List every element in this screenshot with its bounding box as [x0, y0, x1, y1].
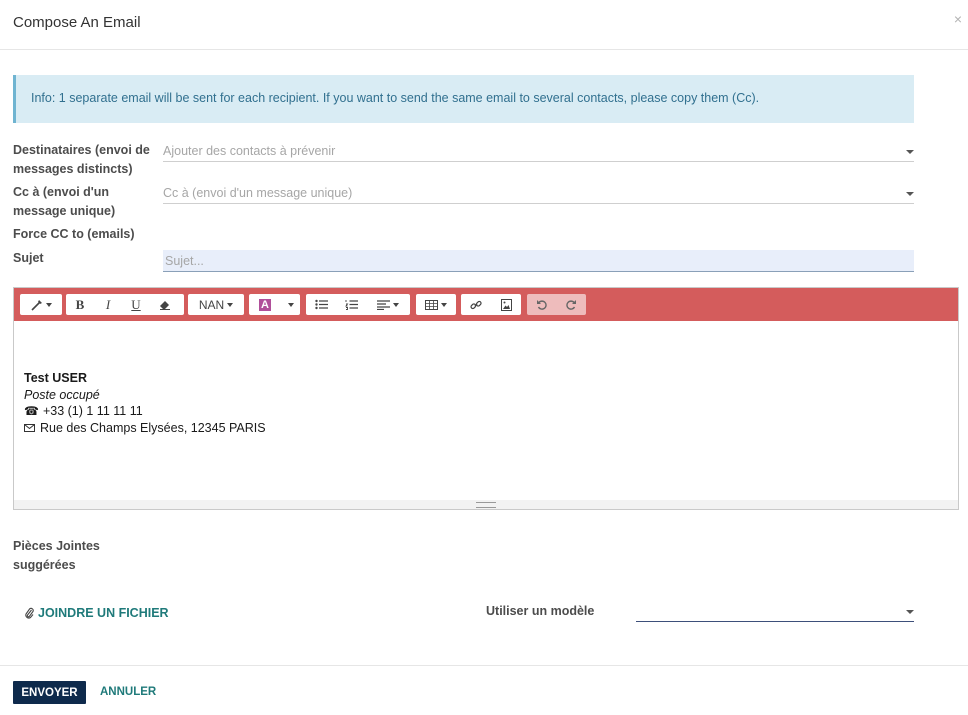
attach-file-label: JOINDRE UN FICHIER [38, 606, 169, 620]
font-color-button[interactable]: A [249, 294, 281, 315]
attach-file-button[interactable]: JOINDRE UN FICHIER [25, 606, 169, 620]
italic-button[interactable]: I [94, 294, 122, 315]
cc-label-line1: Cc à (envoi d'un [13, 185, 110, 199]
signature-address-row: Rue des Champs Elysées, 12345 PARIS [24, 420, 266, 437]
numbered-list-icon [344, 300, 358, 310]
dialog-header: Compose An Email × [0, 0, 968, 50]
phone-icon: ☎ [24, 404, 39, 418]
recipients-dropdown-icon[interactable] [906, 150, 914, 154]
subject-label: Sujet [13, 251, 44, 265]
recipients-label-line1: Destinataires (envoi de [13, 143, 150, 157]
recipients-label-line2: messages distincts) [13, 162, 133, 176]
magic-wand-button[interactable] [20, 294, 62, 315]
font-color-dropdown[interactable] [281, 294, 300, 315]
format-group: B I U [66, 294, 184, 315]
info-banner: Info: 1 separate email will be sent for … [13, 75, 914, 123]
cc-label-line2: message unique) [13, 204, 116, 218]
image-icon [500, 298, 512, 311]
footer-divider [0, 665, 968, 666]
signature-address: Rue des Champs Elysées, 12345 PARIS [40, 420, 266, 435]
close-icon[interactable]: × [954, 11, 962, 27]
cc-placeholder: Cc à (envoi d'un message unique) [163, 186, 353, 200]
magic-wand-icon [30, 299, 42, 311]
force-cc-label: Force CC to (emails) [13, 227, 135, 241]
redo-button[interactable] [556, 294, 586, 315]
table-icon [425, 299, 438, 310]
table-group [416, 294, 456, 315]
bullet-list-button[interactable] [306, 294, 336, 315]
font-group: NAN [188, 294, 244, 315]
subject-input[interactable] [163, 250, 918, 271]
cc-dropdown-icon[interactable] [906, 192, 914, 196]
chevron-down-icon [441, 302, 447, 307]
bold-button[interactable]: B [66, 294, 94, 315]
chevron-down-icon [227, 302, 234, 307]
bullet-list-icon [314, 299, 328, 310]
chevron-down-icon [45, 302, 52, 307]
subject-field[interactable] [163, 250, 918, 272]
eraser-icon [160, 300, 170, 310]
email-body-editor[interactable]: B I U NAN A Test USER Poste occupé ☎ +33… [13, 287, 959, 510]
cancel-button[interactable]: ANNULER [100, 686, 156, 698]
grip-icon [476, 502, 496, 508]
image-button[interactable] [491, 294, 521, 315]
font-color-icon: A [259, 298, 271, 311]
envelope-icon [24, 423, 35, 432]
chevron-down-icon [287, 302, 294, 307]
cc-label: Cc à (envoi d'un message unique) [13, 183, 115, 221]
recipients-placeholder: Ajouter des contacts à prévenir [163, 144, 336, 158]
align-button[interactable] [366, 294, 410, 315]
undo-button[interactable] [527, 294, 556, 315]
cc-input[interactable]: Cc à (envoi d'un message unique) [163, 184, 914, 204]
numbered-list-button[interactable] [336, 294, 366, 315]
recipients-label: Destinataires (envoi de messages distinc… [13, 141, 150, 179]
underline-button[interactable]: U [122, 294, 150, 315]
signature-position: Poste occupé [24, 387, 100, 402]
editor-resize-handle[interactable] [14, 500, 958, 509]
signature-name: Test USER [24, 371, 87, 385]
paragraph-group [306, 294, 410, 315]
attachments-label: Pièces Jointes suggérées [13, 537, 100, 575]
attachments-label-line2: suggérées [13, 558, 76, 572]
info-text: Info: 1 separate email will be sent for … [31, 91, 760, 105]
font-name-label: NAN [198, 297, 225, 312]
recipients-input[interactable]: Ajouter des contacts à prévenir [163, 142, 914, 162]
eraser-button[interactable] [150, 294, 180, 315]
signature-block: Test USER Poste occupé ☎ +33 (1) 1 11 11… [24, 370, 266, 436]
color-group: A [249, 294, 300, 315]
history-group [527, 294, 586, 315]
chevron-down-icon [393, 302, 399, 307]
link-icon [470, 300, 482, 309]
template-dropdown-icon[interactable] [906, 610, 914, 614]
signature-phone: +33 (1) 1 11 11 11 [42, 404, 143, 418]
editor-toolbar: B I U NAN A [14, 288, 958, 321]
link-button[interactable] [461, 294, 491, 315]
undo-icon [537, 300, 547, 310]
style-group [20, 294, 62, 315]
insert-group [461, 294, 521, 315]
template-label: Utiliser un modèle [486, 604, 595, 618]
signature-phone-row: ☎ +33 (1) 1 11 11 11 [24, 403, 266, 420]
redo-icon [565, 300, 576, 310]
align-icon [377, 299, 390, 310]
send-button[interactable]: ENVOYER [13, 681, 86, 704]
font-name-button[interactable]: NAN [188, 294, 244, 315]
attachments-label-line1: Pièces Jointes [13, 539, 100, 553]
paperclip-icon [25, 607, 34, 619]
dialog-title: Compose An Email [13, 14, 141, 31]
template-select[interactable] [636, 602, 914, 622]
table-button[interactable] [416, 294, 456, 315]
